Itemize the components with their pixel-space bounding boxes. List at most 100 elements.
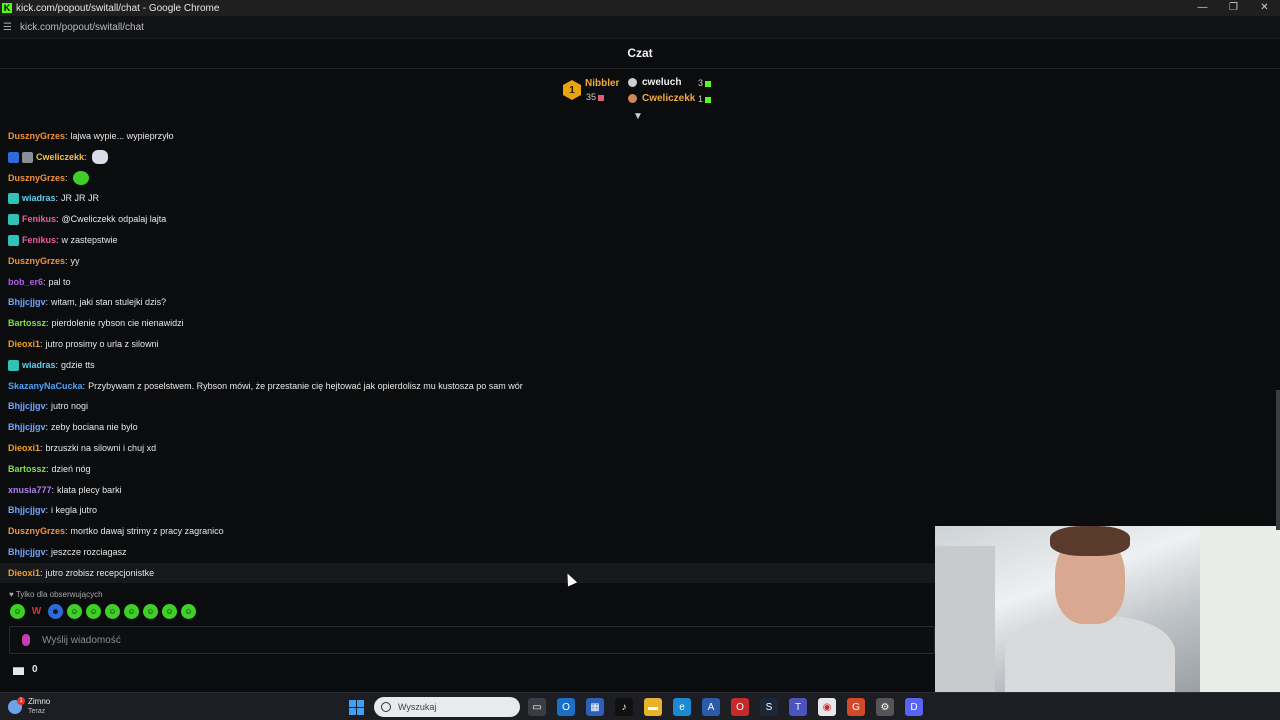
username-separator: : [51,485,55,495]
chat-message-row[interactable]: Bhjjcjjgv: zeby bociana nie bylo [0,417,935,437]
leaderboard-first-name[interactable]: Nibbler [585,78,619,89]
emote-icon[interactable]: ☺ [181,604,196,619]
site-info-icon[interactable]: ☰ [3,22,17,33]
chrome-icon[interactable]: ◉ [818,698,836,716]
address-bar[interactable]: ☰ kick.com/popout/switall/chat [0,16,1280,39]
edge-icon[interactable]: e [673,698,691,716]
gift-count: 0 [32,664,38,675]
collapse-leaderboard-icon[interactable]: ▼ [632,112,644,122]
chat-username[interactable]: Fenikus [22,235,56,245]
chat-username[interactable]: Cweliczekk [36,152,84,162]
chat-message-row[interactable]: xnusia777: klata plecy barki [0,480,935,500]
chat-message-text: lajwa wypie... wypieprzyło [70,131,174,141]
chat-username[interactable]: Bhjjcjjgv [8,422,46,432]
emote-icon[interactable]: ☺ [10,604,25,619]
chat-username[interactable]: Bhjjcjjgv [8,547,46,557]
chat-message-text: jutro zrobisz recepcjonistke [45,568,155,578]
chat-message-row[interactable]: Bartossz: pierdolenie rybson cie nienawid… [0,313,935,333]
emote-icon[interactable]: ☺ [162,604,177,619]
chat-message-row[interactable]: Bhjjcjjgv: witam, jaki stan stulejki dzis… [0,292,935,312]
restore-button[interactable]: ❐ [1218,0,1249,16]
emote-icon[interactable]: ☻ [48,604,63,619]
chat-message-row[interactable]: Cweliczekk: [0,147,935,167]
leaderboard-second-name[interactable]: cweluch [642,77,681,88]
tiktok-icon[interactable]: ♪ [615,698,633,716]
chat-message-text: pal to [48,277,71,287]
chat-username[interactable]: Bhjjcjjgv [8,505,46,515]
chat-message-row[interactable]: Dieoxi1: brzuszki na silowni i chuj xd [0,438,935,458]
app-icon[interactable]: G [847,698,865,716]
leaderboard-third-count-value: 1 [698,94,704,104]
chat-username[interactable]: Fenikus [22,214,56,224]
emote-icon[interactable]: ☺ [67,604,82,619]
chat-message-row[interactable]: Dieoxi1: jutro prosimy o urla z silowni [0,334,935,354]
chat-username[interactable]: xnusia777 [8,485,52,495]
chat-message-row[interactable]: DusznyGrzes: yy [0,251,935,271]
chat-username[interactable]: Dieoxi1 [8,443,40,453]
chat-input-box[interactable] [9,626,935,654]
chat-message-row[interactable]: wiadras: JR JR JR [0,188,935,208]
chat-username[interactable]: SkazanyNaCucka [8,381,83,391]
chat-message-row[interactable]: Bartossz: dzień nóg [0,459,935,479]
kick-favicon-icon: K [2,3,12,13]
chat-message-row[interactable]: bob_er6: pal to [0,272,935,292]
chat-message-row[interactable]: Bhjjcjjgv: jutro nogi [0,396,935,416]
outlook-icon[interactable]: O [557,698,575,716]
chat-username[interactable]: Bhjjcjjgv [8,401,46,411]
opera-icon[interactable]: O [731,698,749,716]
file-explorer-icon[interactable]: ▬ [644,698,662,716]
chat-message-row[interactable]: Fenikus: w zastepstwie [0,230,935,250]
microphone-icon[interactable] [22,634,30,646]
emote-icon[interactable]: ☺ [124,604,139,619]
chat-username[interactable]: Dieoxi1 [8,339,40,349]
gift-counter[interactable]: 0 [13,664,38,675]
chat-username[interactable]: bob_er6 [8,277,43,287]
steam-icon[interactable]: S [760,698,778,716]
leaderboard-third-name[interactable]: Cweliczekk [642,93,695,104]
chat-message-row[interactable]: Dieoxi1: jutro zrobisz recepcjonistke [0,563,935,583]
close-button[interactable]: ✕ [1249,0,1280,16]
windows-taskbar: Zimno Teraz Wyszukaj ▭ O ▦ ♪ ▬ e A O S T… [0,692,1280,720]
teams-icon[interactable]: T [789,698,807,716]
chat-username[interactable]: wiadras [22,193,56,203]
chat-message-row[interactable]: Bhjjcjjgv: i kegla jutro [0,500,935,520]
discord-icon[interactable]: D [905,698,923,716]
chat-username[interactable]: DusznyGrzes [8,173,65,183]
user-badge-icon [8,192,19,204]
chat-message-row[interactable]: DusznyGrzes: mortko dawaj strimy z pracy … [0,521,935,541]
chat-username[interactable]: Bartossz [8,318,46,328]
chat-message-row[interactable]: Fenikus: @Cweliczekk odpalaj lajta [0,209,935,229]
emote-icon[interactable]: ☺ [105,604,120,619]
chat-message-row[interactable]: SkazanyNaCucka: Przybywam z poselstwem. R… [0,376,935,396]
chat-username[interactable]: Bartossz [8,464,46,474]
emote-icon[interactable]: ☺ [143,604,158,619]
username-separator: : [82,381,86,391]
url-text[interactable]: kick.com/popout/switall/chat [20,22,144,33]
chat-message-row[interactable]: DusznyGrzes: [0,168,935,188]
chat-username[interactable]: Dieoxi1 [8,568,40,578]
gift-icon [705,96,712,103]
weather-widget[interactable]: Zimno Teraz [8,697,50,717]
chat-username[interactable]: DusznyGrzes [8,131,65,141]
chat-message-row[interactable]: DusznyGrzes: lajwa wypie... wypieprzyło [0,126,935,146]
followers-only-notice: ♥ Tylko dla obserwujących [9,590,103,599]
page-scrollbar[interactable] [1276,390,1280,530]
task-view-icon[interactable]: ▭ [528,698,546,716]
store-icon[interactable]: ▦ [586,698,604,716]
app-icon[interactable]: ⚙ [876,698,894,716]
taskbar-search[interactable]: Wyszukaj [374,697,520,717]
windows-start-icon[interactable] [349,700,364,715]
minimize-button[interactable]: — [1187,0,1218,16]
chat-message-row[interactable]: wiadras: gdzie tts [0,355,935,375]
chat-username[interactable]: DusznyGrzes [8,256,65,266]
user-badge-icon [8,151,19,163]
emote-w-icon[interactable]: W [29,604,44,619]
taskbar-search-text: Wyszukaj [398,702,437,712]
chat-username[interactable]: Bhjjcjjgv [8,297,46,307]
chat-username[interactable]: DusznyGrzes [8,526,65,536]
chat-message-input[interactable] [40,633,904,647]
app-icon[interactable]: A [702,698,720,716]
chat-username[interactable]: wiadras [22,360,56,370]
emote-icon[interactable]: ☺ [86,604,101,619]
chat-message-row[interactable]: Bhjjcjjgv: jeszcze rozciagasz [0,542,935,562]
